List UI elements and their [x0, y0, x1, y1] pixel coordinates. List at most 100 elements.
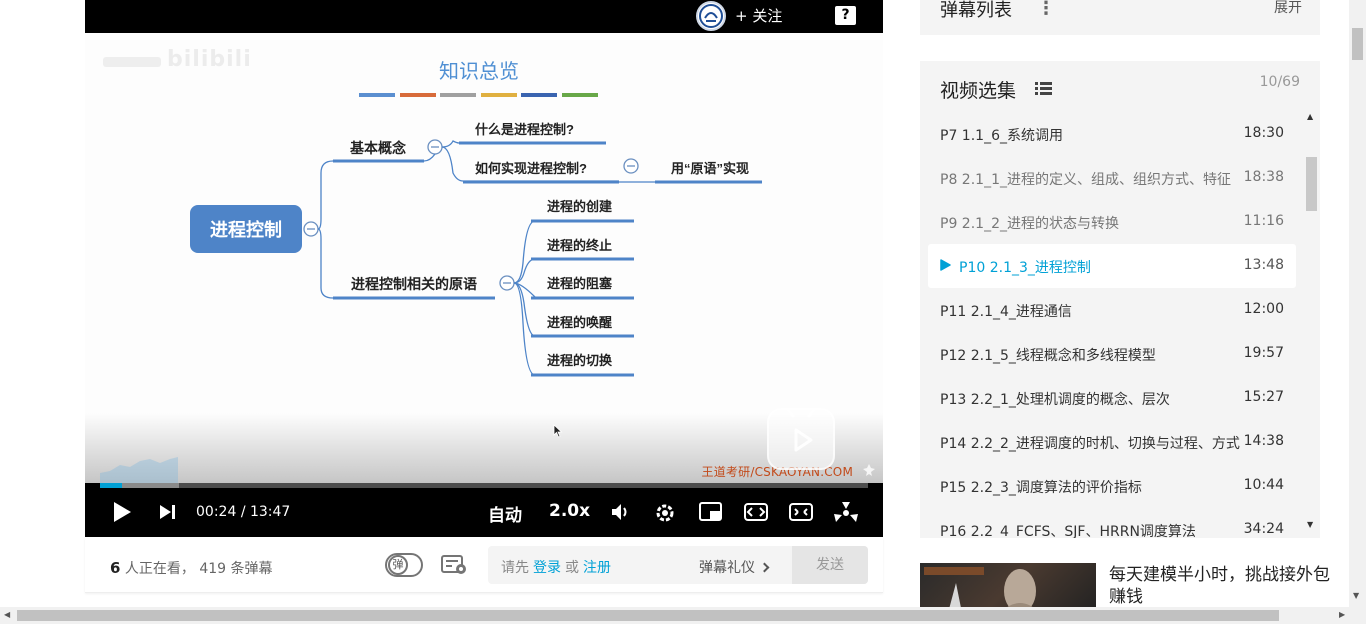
play-button[interactable]	[111, 500, 133, 524]
episode-item[interactable]: P11 2.1_4_进程通信 12:00	[928, 288, 1296, 332]
expand-button[interactable]: 展开	[1274, 0, 1302, 17]
episode-duration: 18:38	[1243, 169, 1284, 185]
episode-item[interactable]: P12 2.1_5_线程概念和多线程模型 19:57	[928, 332, 1296, 376]
volume-icon[interactable]	[610, 501, 632, 523]
page-horizontal-scrollbar[interactable]: ◀ ▶	[0, 607, 1366, 624]
mind-map: 进程控制 基本概念 什么是进程控制? 如何实现进程控制? 用“原语”实现 进程控…	[190, 122, 762, 377]
fullscreen-icon[interactable]	[833, 500, 859, 526]
scroll-up-icon[interactable]: ▲	[1307, 112, 1313, 121]
episode-item-current[interactable]: P10 2.1_3_进程控制 13:48	[928, 244, 1296, 288]
danmaku-input-box[interactable]: 请先 登录或注册 弹幕礼仪 发送	[488, 546, 868, 584]
send-button[interactable]: 发送	[792, 546, 868, 584]
scroll-right-icon[interactable]: ▶	[1339, 610, 1345, 619]
episode-title: P14 2.2_2_进程调度的时机、切换与过程、方式	[940, 436, 1240, 452]
help-button[interactable]: ?	[835, 6, 856, 25]
scroll-down-icon[interactable]: ▼	[1353, 591, 1359, 600]
page-vscroll-thumb[interactable]	[1352, 28, 1363, 60]
episode-item[interactable]: P13 2.2_1_处理机调度的概念、层次 15:27	[928, 376, 1296, 420]
viewer-count: 6	[110, 559, 121, 577]
episode-list-scrollbar[interactable]: ▲ ▼	[1305, 112, 1317, 532]
node-what-is: 什么是进程控制?	[475, 122, 574, 137]
speed-button[interactable]: 2.0x	[549, 501, 590, 521]
episode-duration: 14:38	[1243, 433, 1284, 449]
node-wakeup: 进程的唤醒	[547, 315, 612, 330]
preview-sparkline	[100, 457, 178, 483]
episode-duration: 15:27	[1243, 389, 1284, 405]
video-frame[interactable]: bilibili 知识总览 进程控制 基本概念 什么是进程控制? 如何实现进程控…	[85, 33, 883, 483]
large-play-button[interactable]	[767, 406, 835, 470]
hint-prefix: 请先	[501, 560, 529, 576]
total-time: 13:47	[249, 504, 291, 520]
uploader-logo-icon	[699, 4, 723, 28]
scroll-down-icon[interactable]: ▼	[1307, 520, 1313, 529]
player-top-bar: + 关注 ?	[85, 0, 883, 33]
episode-item[interactable]: P9 2.1_2_进程的状态与转换 11:16	[928, 200, 1296, 244]
episode-duration: 18:30	[1243, 125, 1284, 141]
time-display: 00:24 / 13:47	[196, 504, 290, 520]
mind-map-root-label: 进程控制	[210, 219, 282, 240]
video-player[interactable]: + 关注 ? bilibili 知识总览 进程控制 基本概念 什么是进程控制? …	[85, 0, 883, 537]
node-primitive: 用“原语”实现	[670, 161, 749, 176]
danmaku-list-title: 弹幕列表	[940, 0, 1012, 21]
episode-scroll-thumb[interactable]	[1306, 157, 1317, 211]
time-separator: /	[240, 504, 246, 520]
register-link[interactable]: 注册	[583, 560, 611, 576]
widescreen-icon[interactable]	[743, 502, 769, 522]
episode-item[interactable]: P8 2.1_1_进程的定义、组成、组织方式、特征 18:38	[928, 156, 1296, 200]
follow-button[interactable]: + 关注	[735, 6, 782, 26]
list-view-icon[interactable]	[1035, 81, 1052, 95]
episode-panel-title: 视频选集	[940, 80, 1017, 102]
login-link[interactable]: 登录	[533, 560, 561, 576]
episode-duration: 11:16	[1243, 213, 1284, 229]
danmaku-input-hint: 请先 登录或注册	[501, 557, 615, 577]
pin-icon[interactable]	[862, 463, 876, 477]
hint-or: 或	[565, 560, 579, 576]
chevron-right-icon	[760, 562, 770, 573]
episode-item[interactable]: P7 1.1_6_系统调用 18:30	[928, 112, 1296, 156]
danmaku-count: 419 条弹幕	[199, 561, 273, 577]
episode-title: P9 2.1_2_进程的状态与转换	[940, 216, 1119, 232]
quality-button[interactable]: 自动	[488, 501, 522, 526]
branch-primitives: 进程控制相关的原语	[351, 276, 477, 292]
recommended-title[interactable]: 每天建模半小时，挑战接外包赚钱	[1109, 564, 1331, 608]
settings-gear-icon[interactable]	[653, 501, 677, 525]
recommended-thumbnail[interactable]	[920, 563, 1096, 613]
control-bar: 00:24 / 13:47 自动 2.0x	[85, 488, 883, 537]
recommended-video[interactable]: 每天建模半小时，挑战接外包赚钱	[920, 563, 1340, 613]
scroll-left-icon[interactable]: ◀	[4, 610, 10, 619]
episode-duration: 10:44	[1243, 477, 1284, 493]
episode-duration: 19:57	[1243, 345, 1284, 361]
danmaku-etiquette-link[interactable]: 弹幕礼仪	[699, 557, 770, 577]
danmaku-toggle-knob: 弹	[388, 555, 408, 575]
page-hscroll-thumb[interactable]	[17, 610, 1279, 621]
web-fullscreen-icon[interactable]	[788, 502, 814, 522]
node-create: 进程的创建	[547, 199, 612, 214]
danmaku-toggle[interactable]: 弹	[385, 553, 423, 577]
node-block: 进程的阻塞	[547, 276, 613, 291]
danmaku-list-panel[interactable]: 弹幕列表 ⋮ 展开	[920, 0, 1320, 35]
episode-duration: 34:24	[1243, 521, 1284, 537]
node-terminate: 进程的终止	[547, 238, 612, 253]
episode-title: P8 2.1_1_进程的定义、组成、组织方式、特征	[940, 172, 1231, 188]
node-how-to: 如何实现进程控制?	[475, 161, 587, 176]
episode-title: P16 2.2_4_FCFS、SJF、HRRN调度算法	[940, 524, 1196, 538]
branch-basic-concepts: 基本概念	[350, 140, 407, 156]
episode-item[interactable]: P15 2.2_3_调度算法的评价指标 10:44	[928, 464, 1296, 508]
play-icon	[785, 406, 817, 452]
player-info-bar: 6 人正在看， 419 条弹幕 弹 请先 登录或注册 弹幕礼仪 发送	[85, 537, 883, 593]
next-episode-button[interactable]	[159, 504, 177, 520]
viewer-text: 人正在看，	[124, 561, 195, 577]
thumbnail-image	[924, 567, 1040, 613]
current-time: 00:24	[196, 504, 237, 520]
more-options-icon[interactable]: ⋮	[1037, 0, 1055, 19]
episode-duration: 13:48	[1243, 257, 1284, 273]
page-vertical-scrollbar[interactable]: ▼	[1349, 0, 1366, 607]
episode-title: P7 1.1_6_系统调用	[940, 128, 1063, 144]
picture-in-picture-icon[interactable]	[698, 501, 724, 523]
episode-title: P15 2.2_3_调度算法的评价指标	[940, 480, 1142, 496]
danmaku-settings-icon[interactable]	[441, 554, 469, 576]
uploader-avatar[interactable]	[696, 1, 726, 31]
episode-item[interactable]: P14 2.2_2_进程调度的时机、切换与过程、方式 14:38	[928, 420, 1296, 464]
now-playing-icon	[940, 259, 951, 271]
episode-item[interactable]: P16 2.2_4_FCFS、SJF、HRRN调度算法 34:24	[928, 508, 1296, 538]
